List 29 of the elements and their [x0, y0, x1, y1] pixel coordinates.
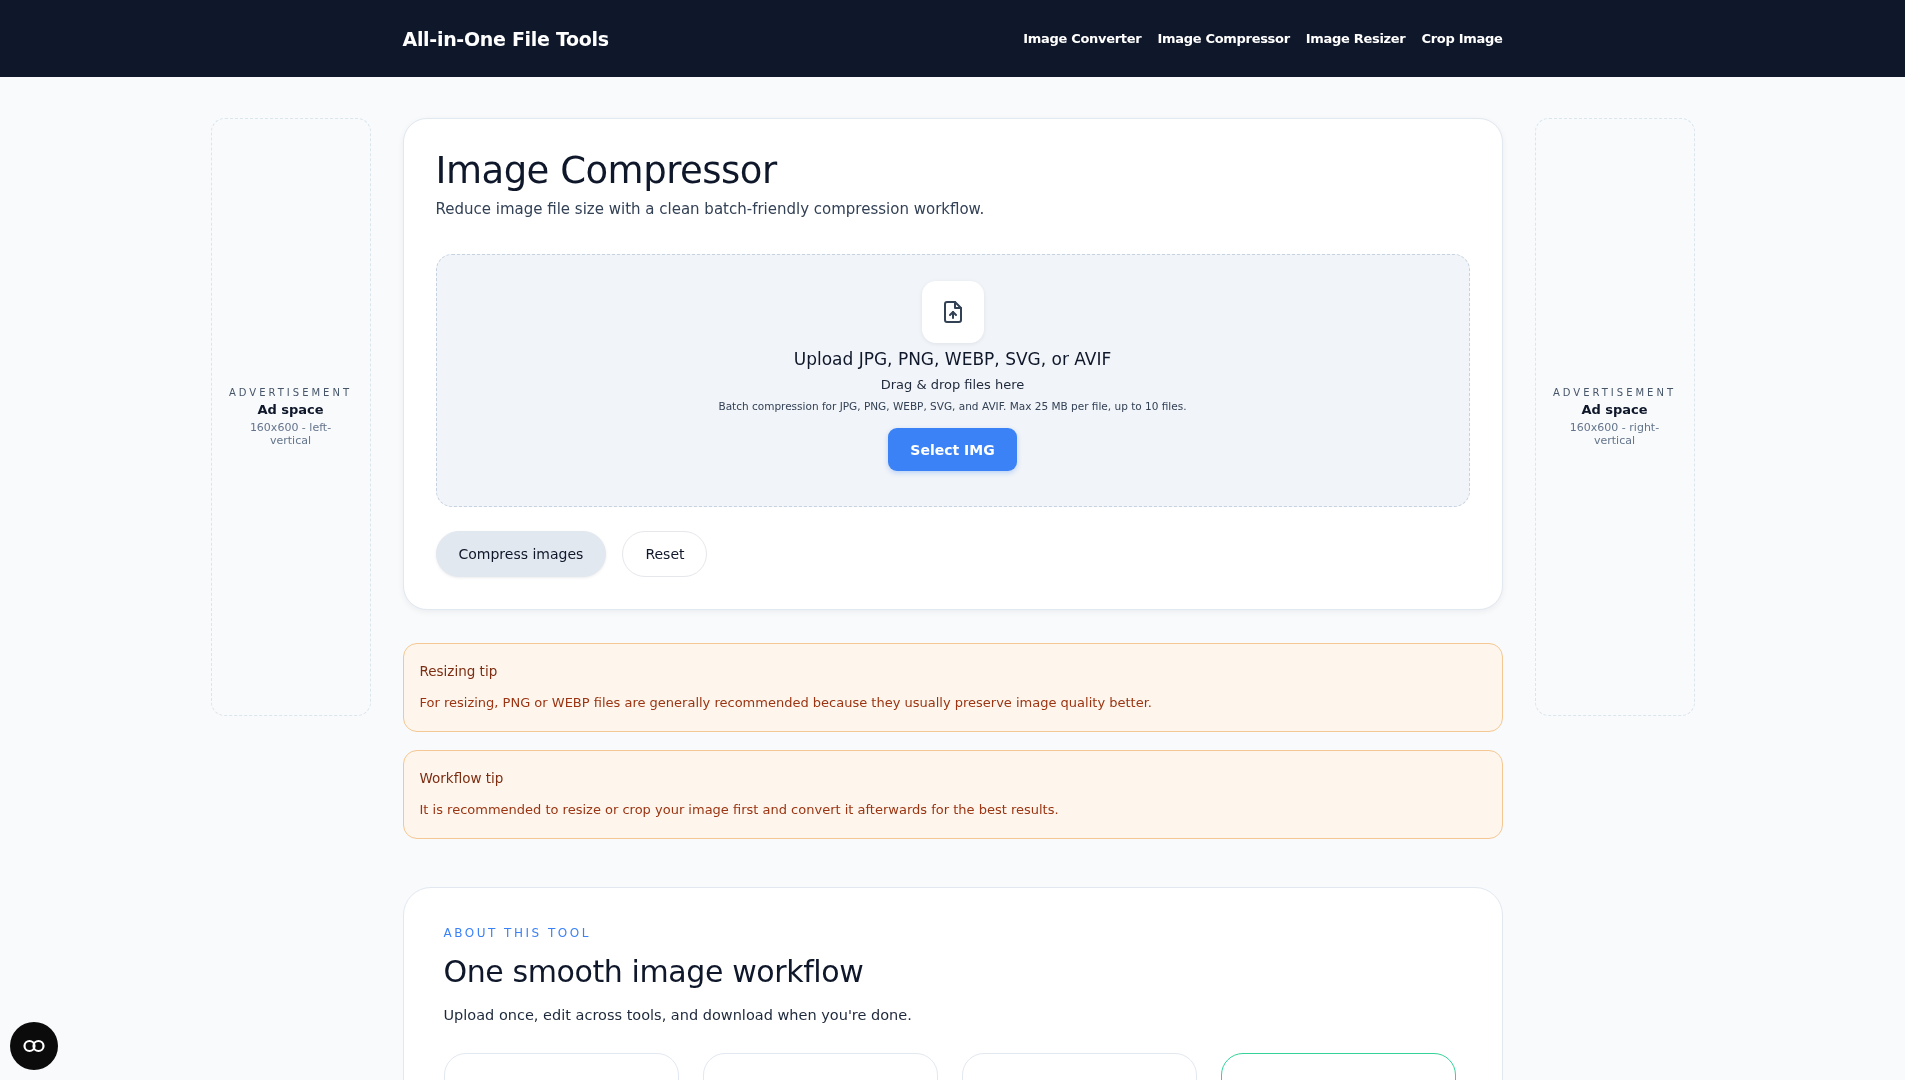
page-subtitle: Reduce image file size with a clean batch-friendly compression workflow. [435, 200, 986, 218]
ad-size: 160x600 - left-vertical [248, 421, 333, 447]
drop-zone[interactable]: Upload JPG, PNG, WEBP, SVG, or AVIF Drag & drop files here Batch compression for JPG, PNG, WEBP, SVG, and AVIF. Max 25 MB per file, up to 10 files. Select IMG [435, 254, 1470, 507]
nav-link[interactable]: Image Converter [1023, 31, 1142, 46]
ad-title: Ad space [1581, 402, 1648, 417]
section-eyebrow: ABOUT THIS TOOL [443, 926, 592, 940]
brand-link[interactable]: All-in-One File Tools [402, 27, 609, 50]
upload-heading: Upload JPG, PNG, WEBP, SVG, or AVIF [793, 349, 1112, 369]
compress-button[interactable]: Compress images [435, 531, 607, 577]
ad-size: 160x600 - right-vertical [1568, 421, 1661, 447]
upload-details: Batch compression for JPG, PNG, WEBP, SVG, and AVIF. Max 25 MB per file, up to 10 files. [718, 400, 1187, 412]
tip-text: It is recommended to resize or crop your image first and convert it afterwards for the best results. [419, 802, 1060, 817]
section-text: Upload once, edit across tools, and download when you're done. [443, 1007, 913, 1023]
page-title: Image Compressor [435, 149, 779, 192]
select-image-button[interactable]: Select IMG [888, 428, 1017, 471]
tip-title: Workflow tip [419, 770, 505, 786]
nav-link[interactable]: Crop Image [1421, 31, 1503, 46]
glasses-icon [23, 1039, 45, 1053]
tip-title: Resizing tip [419, 663, 499, 679]
tip-text: For resizing, PNG or WEBP files are generally recommended because they usually preserve image quality better. [419, 695, 1153, 710]
ad-title: Ad space [257, 402, 324, 417]
section-title: One smooth image workflow [443, 954, 865, 989]
ad-label: ADVERTISEMENT [229, 387, 352, 398]
floating-button[interactable] [10, 1022, 58, 1070]
drop-hint: Drag & drop files here [880, 377, 1025, 392]
reset-button[interactable]: Reset [622, 531, 708, 577]
ad-label: ADVERTISEMENT [1553, 387, 1676, 398]
nav-link[interactable]: Image Compressor [1157, 31, 1290, 46]
nav-link[interactable]: Image Resizer [1305, 31, 1406, 46]
